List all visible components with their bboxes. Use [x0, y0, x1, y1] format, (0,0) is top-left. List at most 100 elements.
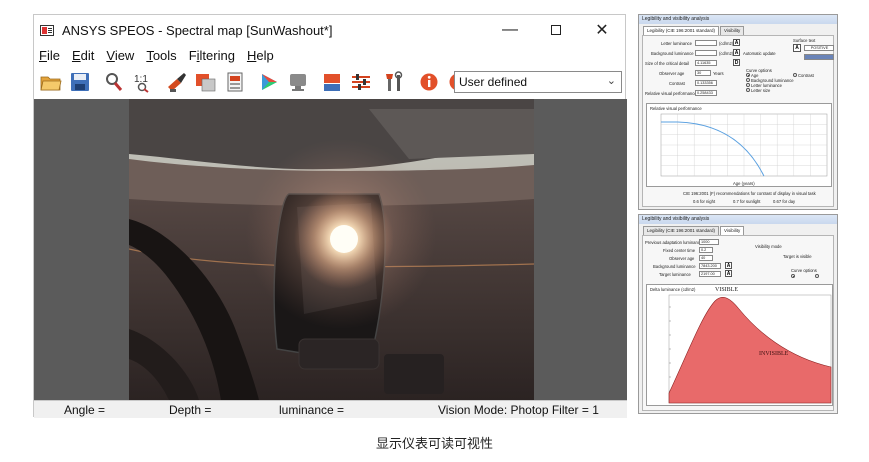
menu-filtering[interactable]: Filtering — [189, 48, 235, 63]
menu-tools[interactable]: Tools — [146, 48, 176, 63]
contrast-input[interactable]: 0.133356 — [695, 80, 717, 86]
visible-label: VISIBLE — [715, 287, 738, 293]
cie-footer: CIE 196:2001 (F) recommendations for con… — [683, 191, 816, 196]
tab-visibility[interactable]: Visibility — [720, 26, 745, 35]
speos-window: ANSYS SPEOS - Spectral map [SunWashout*]… — [33, 14, 627, 418]
surface-swatch[interactable] — [804, 54, 834, 60]
field-unit: (cd/m2) — [719, 51, 734, 56]
rvp-xlabel: Age (years) — [733, 181, 755, 186]
open-folder-icon[interactable] — [40, 71, 62, 93]
positive-box[interactable]: POSITIVE — [804, 45, 834, 51]
fixed-time-input[interactable]: 0.2 — [699, 247, 713, 253]
visibility-chart: Delta luminance (cd/m2) VISIBLE INVISIBL… — [646, 284, 833, 406]
surface-text-label: Surface text — [793, 38, 816, 43]
tools-icon[interactable] — [384, 71, 406, 93]
chevron-down-icon: ⌄ — [606, 75, 616, 87]
visibility-chart-plot — [668, 294, 832, 404]
field-label: Observer age — [669, 256, 695, 261]
field-label: Previous adaptation luminance — [645, 240, 703, 245]
window-title: ANSYS SPEOS - Spectral map [SunWashout*] — [62, 22, 333, 38]
letter-a-button[interactable]: A — [733, 39, 740, 46]
letter-luminance-input[interactable] — [695, 40, 717, 46]
maximize-icon — [551, 25, 561, 35]
field-label: Fixed center time — [663, 248, 696, 253]
app-icon — [40, 24, 54, 36]
legibility-tabs: Legibility (CIE 196:2001 standard) Visib… — [639, 26, 837, 35]
curve-option-2-radio[interactable] — [815, 274, 819, 278]
minimize-button[interactable]: — — [487, 15, 533, 45]
tab-visibility[interactable]: Visibility — [720, 226, 745, 235]
visibility-mode-label: Visibility mode — [755, 244, 782, 249]
title-bar[interactable]: ANSYS SPEOS - Spectral map [SunWashout*]… — [34, 15, 625, 45]
rvp-chart: Relative visual performance Age (years) — [646, 103, 832, 187]
sliders-icon[interactable] — [350, 71, 372, 93]
close-button[interactable]: ✕ — [579, 15, 625, 45]
curve-option-1-radio[interactable] — [791, 274, 795, 278]
background-luminance-input[interactable] — [695, 50, 717, 56]
visibility-body: Previous adaptation luminance 1000 Fixed… — [642, 235, 834, 411]
target-a-button[interactable]: A — [725, 270, 732, 277]
brush-icon[interactable] — [166, 71, 188, 93]
adaptation-luminance-input[interactable]: 1000 — [699, 239, 719, 245]
background-a-button[interactable]: A — [733, 49, 740, 56]
detail-d-button[interactable]: D — [733, 59, 740, 66]
curve-age-radio[interactable] — [746, 73, 750, 77]
curve-options-label: Curve options — [791, 268, 817, 273]
status-angle: Angle = — [64, 403, 106, 417]
legibility-panel-title: Legibility and visibility analysis — [639, 15, 837, 24]
contrast-label: Contrast — [798, 73, 814, 78]
status-depth: Depth = — [169, 403, 212, 417]
status-vision-mode: Vision Mode: Photop Filter = 1 — [438, 403, 599, 417]
spectral-map-image[interactable] — [129, 99, 534, 400]
save-icon[interactable] — [69, 71, 91, 93]
menu-edit[interactable]: Edit — [72, 48, 94, 63]
target-luminance-input[interactable]: 2197.00 — [699, 271, 721, 277]
layers-icon[interactable] — [195, 71, 217, 93]
contrast-radio[interactable] — [793, 73, 797, 77]
observer-age-input[interactable]: 30 — [695, 70, 711, 76]
field-label: Size of the critical detail — [645, 61, 689, 66]
field-unit: (cd/m2) — [719, 41, 734, 46]
one-to-one-icon[interactable]: 1:1 — [132, 71, 154, 93]
curve-options-label: Curve options — [746, 68, 772, 73]
tab-legibility[interactable]: Legibility (CIE 196:2001 standard) — [643, 226, 720, 235]
tab-legibility[interactable]: Legibility (CIE 196:2001 standard) — [643, 26, 720, 35]
document-icon[interactable] — [224, 71, 246, 93]
view-mode-select[interactable]: User defined ⌄ — [454, 71, 622, 93]
spectral-map-viewport[interactable] — [34, 99, 627, 400]
automatic-update-label: Automatic update — [743, 51, 776, 56]
critical-detail-input[interactable]: 4.11635 — [695, 60, 717, 66]
cie-sunlight: 0.7 for sunlight — [733, 199, 761, 204]
field-label: Background luminance — [651, 51, 694, 56]
rvp-chart-plot — [660, 113, 828, 177]
legibility-panel: Legibility and visibility analysis Legib… — [638, 14, 838, 210]
menu-view[interactable]: View — [106, 48, 134, 63]
status-luminance: luminance = — [279, 403, 345, 417]
menu-bar: File Edit View Tools Filtering Help — [34, 45, 625, 65]
cie-night: 0.6 for night — [693, 199, 716, 204]
curve-background-radio[interactable] — [746, 78, 750, 82]
menu-file[interactable]: File — [39, 48, 60, 63]
field-label: Background luminance — [653, 264, 696, 269]
monitor-icon[interactable] — [287, 71, 309, 93]
color-wheel-icon[interactable] — [258, 71, 280, 93]
shapes-icon[interactable] — [321, 71, 343, 93]
legibility-body: Letter luminance (cd/m2) A Background lu… — [642, 35, 834, 207]
maximize-button[interactable] — [533, 15, 579, 45]
view-mode-value: User defined — [459, 75, 528, 89]
zoom-icon[interactable] — [103, 71, 125, 93]
observer-age-input[interactable]: 40 — [699, 255, 713, 261]
screenshot-root: ANSYS SPEOS - Spectral map [SunWashout*]… — [0, 0, 869, 462]
curve-letter-size-radio[interactable] — [746, 88, 750, 92]
bg-a-button[interactable]: A — [725, 262, 732, 269]
surface-a-button[interactable]: A — [793, 44, 801, 52]
figure-caption: 显示仪表可读可视性 — [375, 437, 493, 452]
info-icon[interactable] — [418, 71, 440, 93]
curve-letter-luminance-radio[interactable] — [746, 83, 750, 87]
cie-day: 0.67 for day — [773, 199, 796, 204]
bg-luminance-input[interactable]: 7843.200 — [699, 263, 721, 269]
field-label: Observer age — [659, 71, 685, 76]
menu-help[interactable]: Help — [247, 48, 274, 63]
rvp-input[interactable]: 0.258433 — [695, 90, 717, 96]
target-visible-label: Target is visible — [783, 254, 812, 259]
